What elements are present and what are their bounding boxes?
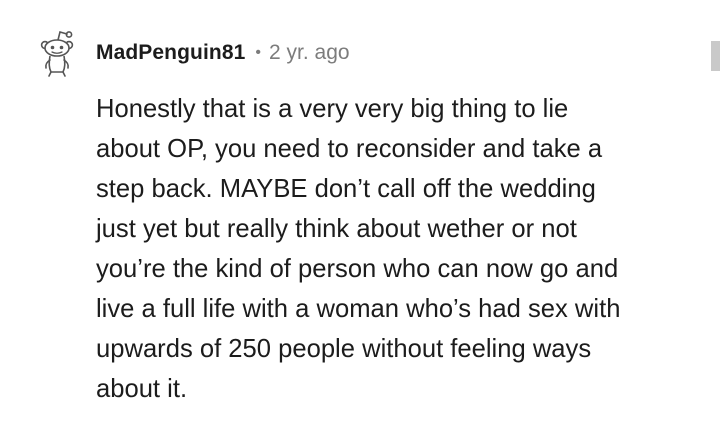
scrollbar-thumb[interactable] <box>711 41 720 71</box>
comment-body-line: about it. <box>96 375 188 403</box>
comment-body-line: you’re the kind of person who can now go… <box>96 255 619 283</box>
comment-body-line: just yet but really think about wether o… <box>96 215 577 243</box>
comment-body-line: upwards of 250 people without feeling wa… <box>96 335 592 363</box>
username-link[interactable]: MadPenguin81 <box>96 41 245 65</box>
comment-header: MadPenguin81 • 2 yr. ago <box>96 38 350 68</box>
comment: MadPenguin81 • 2 yr. ago Honestly that i… <box>0 0 720 432</box>
comment-body: Honestly that is a very very big thing t… <box>96 89 696 409</box>
comment-body-line: step back. MAYBE don’t call off the wedd… <box>96 175 596 203</box>
comment-body-line: live a full life with a woman who’s had … <box>96 295 621 323</box>
comment-body-line: Honestly that is a very very big thing t… <box>96 95 569 123</box>
meta-separator: • <box>255 44 261 61</box>
comment-timestamp[interactable]: 2 yr. ago <box>269 41 350 65</box>
snoo-avatar-icon[interactable] <box>36 28 76 78</box>
comment-body-line: about OP, you need to reconsider and tak… <box>96 135 603 163</box>
